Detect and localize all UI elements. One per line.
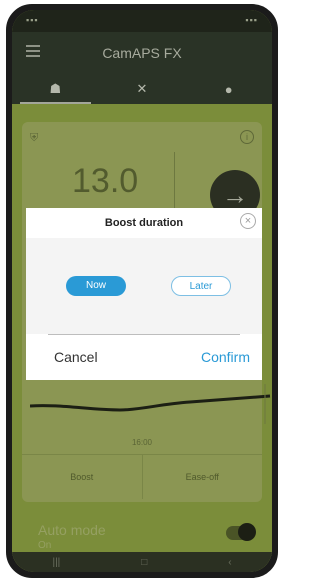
auto-mode-label: Auto mode (38, 522, 106, 538)
info-icon[interactable]: i (240, 130, 254, 144)
dialog-options: Now Later (26, 238, 262, 334)
boost-duration-dialog: Boost duration × Now Later Cancel Confir… (26, 208, 262, 380)
tab-bar: ☗ ✕ ● (12, 74, 272, 104)
glucose-graph (30, 384, 271, 424)
toggle-knob (238, 523, 256, 541)
system-nav-bar: ||| □ ‹ (12, 552, 272, 572)
home-nav-icon[interactable]: □ (141, 557, 147, 568)
cancel-button[interactable]: Cancel (54, 349, 98, 365)
confirm-button[interactable]: Confirm (201, 349, 250, 365)
tools-icon: ✕ (136, 81, 148, 96)
shield-icon: ⛨ (30, 132, 39, 144)
boost-button[interactable]: Boost (22, 455, 143, 499)
tab-tools[interactable]: ✕ (99, 74, 186, 104)
recents-icon[interactable]: ||| (52, 557, 60, 568)
close-icon[interactable]: × (240, 213, 256, 229)
later-option-button[interactable]: Later (171, 276, 231, 296)
home-icon: ☗ (49, 81, 62, 96)
ease-off-button[interactable]: Ease-off (143, 455, 263, 499)
status-bar: ▪▪▪ ▪▪▪ (12, 10, 272, 32)
time-tick-label: 16:00 (131, 438, 153, 447)
now-option-button[interactable]: Now (66, 276, 126, 296)
tab-home[interactable]: ☗ (12, 74, 99, 104)
back-icon[interactable]: ‹ (228, 557, 231, 568)
auto-mode-status: On (38, 540, 52, 551)
status-left-icons: ▪▪▪ (26, 15, 39, 25)
dialog-title: Boost duration (104, 217, 184, 229)
status-right-icons: ▪▪▪ (245, 15, 258, 25)
dialog-divider (48, 334, 240, 335)
dialog-header: Boost duration × (26, 208, 262, 238)
action-buttons: Boost Ease-off (22, 454, 262, 499)
tab-drop[interactable]: ● (185, 74, 272, 104)
app-bar: CamAPS FX (12, 32, 272, 74)
drop-icon: ● (224, 81, 233, 97)
auto-mode-toggle[interactable] (226, 523, 256, 541)
glucose-value: 13.0 (72, 162, 139, 200)
app-title: CamAPS FX (102, 45, 182, 61)
